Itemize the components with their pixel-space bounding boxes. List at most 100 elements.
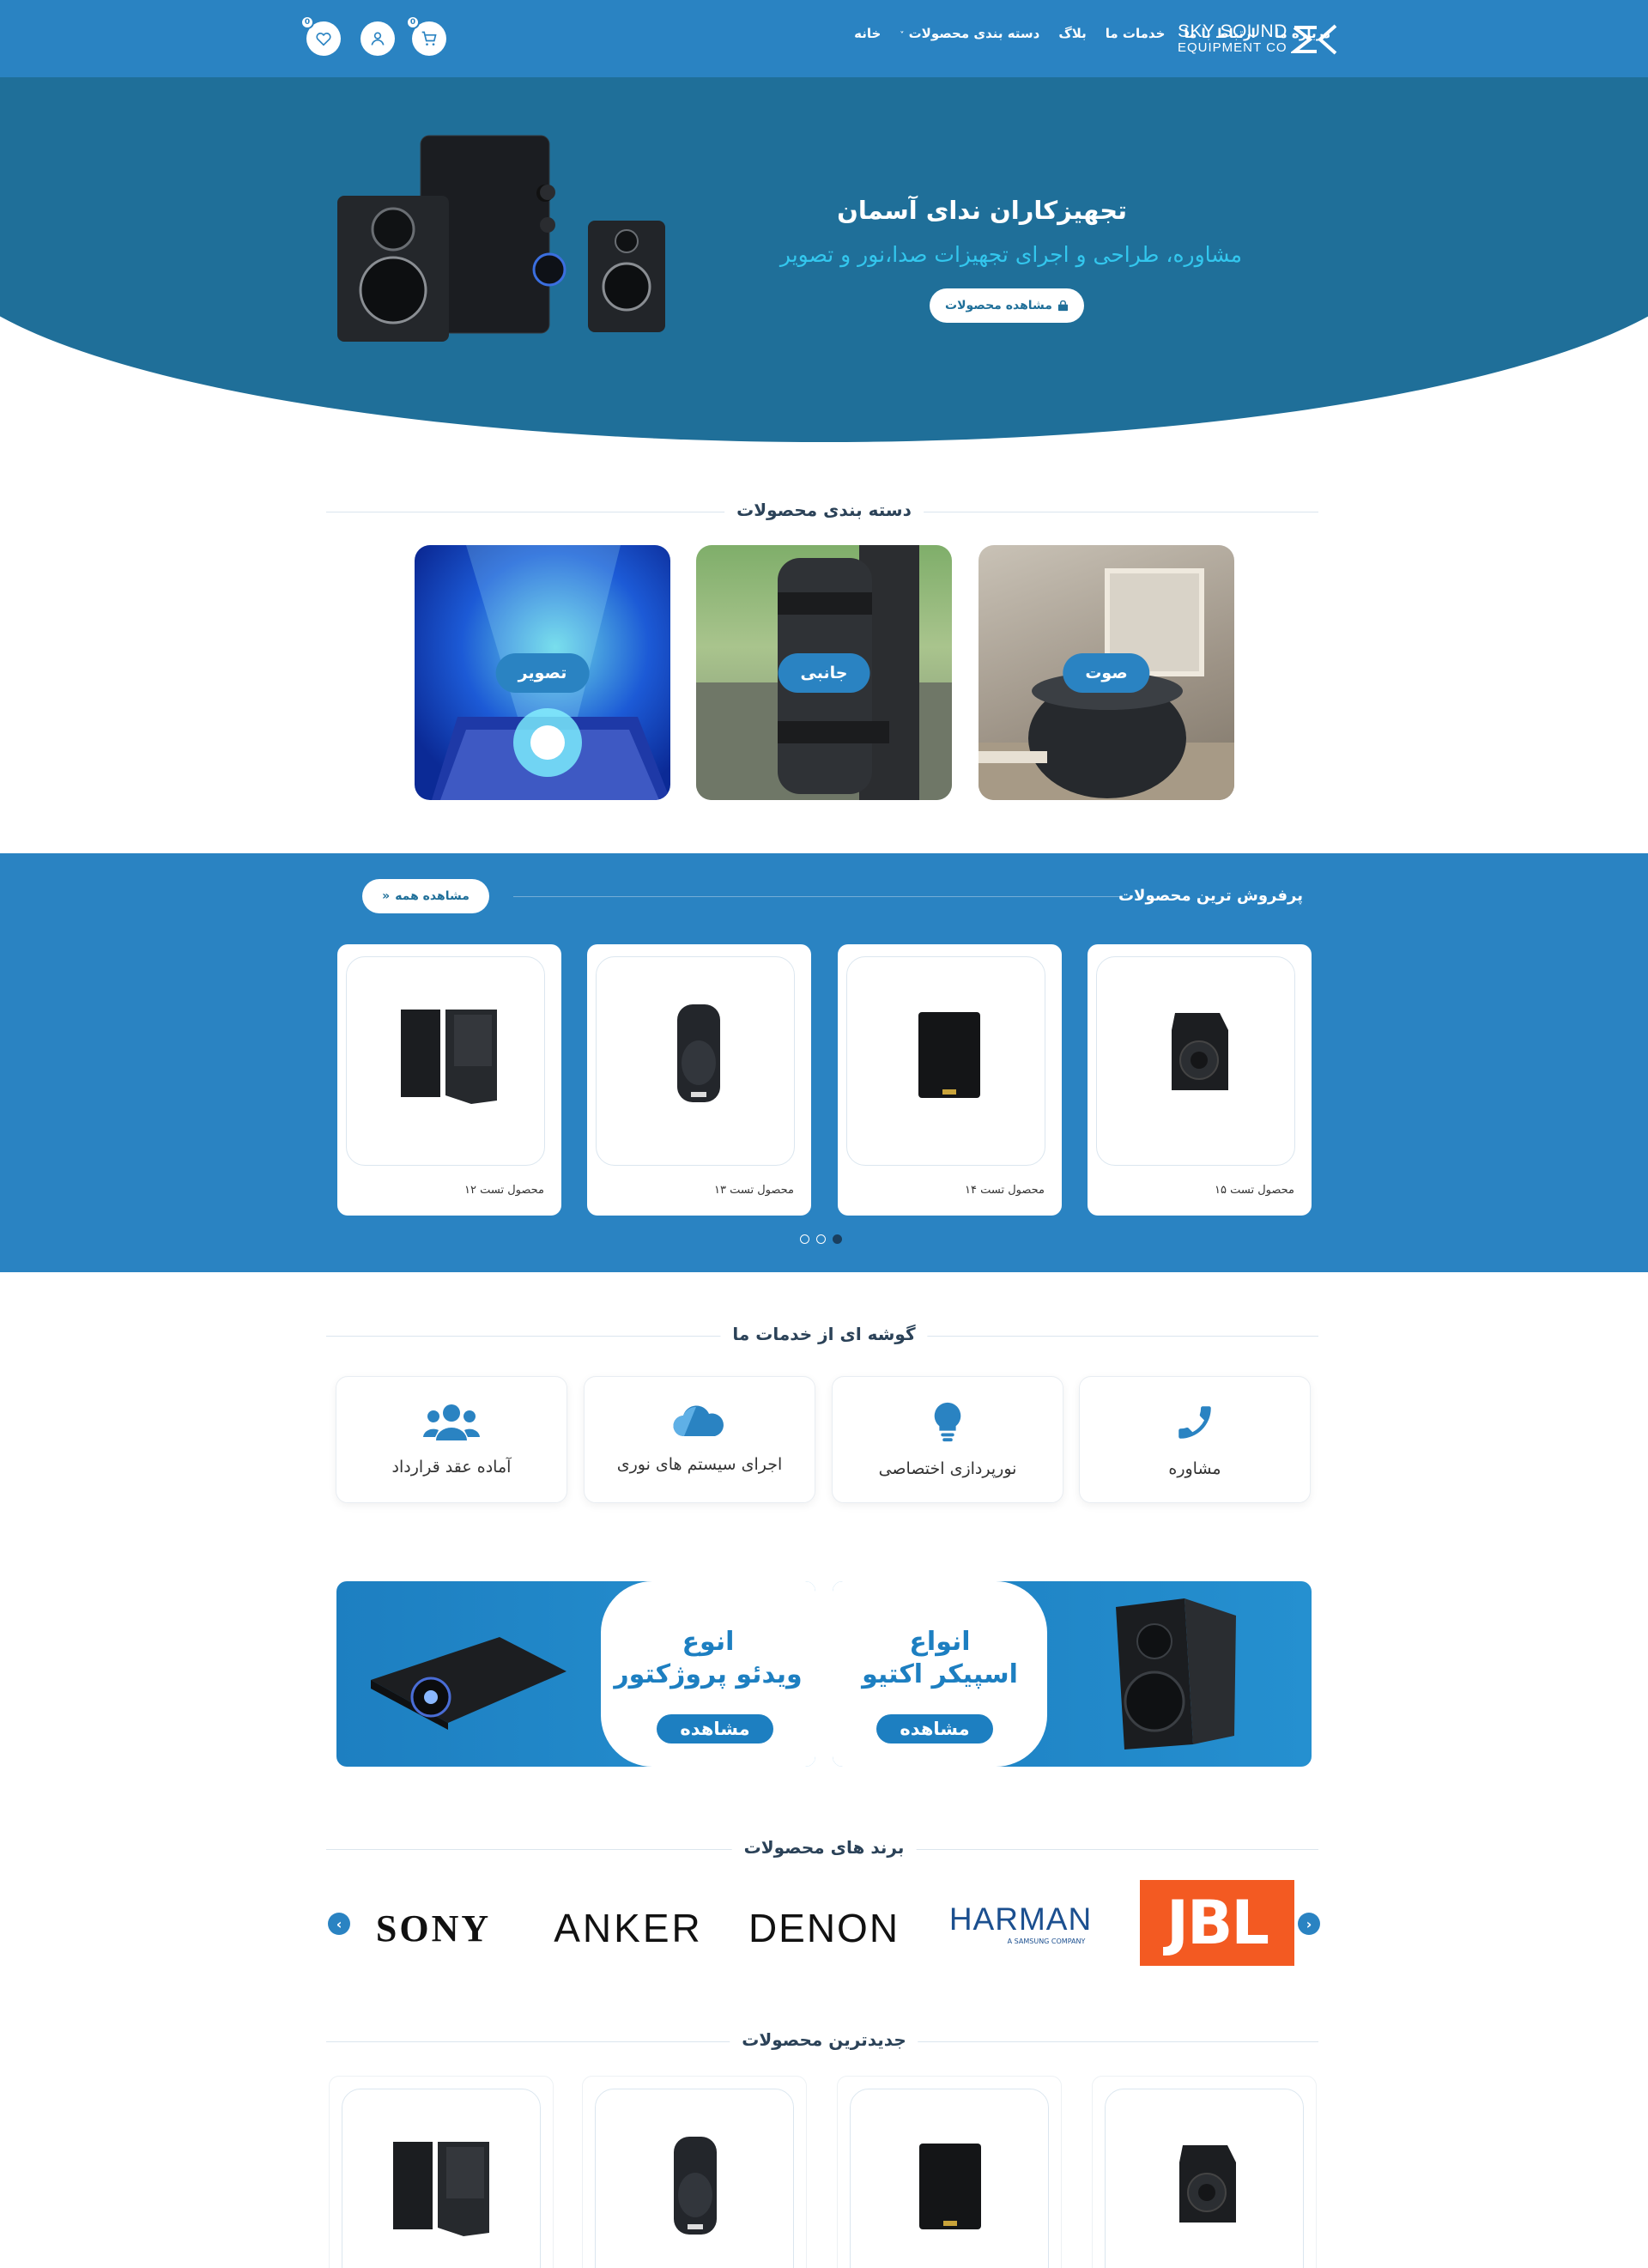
category-card-accessories[interactable]: جانبی bbox=[696, 545, 952, 800]
brand-denon-logo[interactable]: DENON bbox=[742, 1904, 906, 1952]
service-label: اجرای سیستم های نوری bbox=[616, 1455, 783, 1474]
category-card-video[interactable]: تصویر bbox=[415, 545, 670, 800]
banner-line2: ویدئو پروژکتور bbox=[614, 1659, 803, 1689]
carousel-dot[interactable] bbox=[800, 1234, 809, 1244]
arrow-left-icon: ‹ bbox=[336, 1915, 342, 1932]
top-header bbox=[0, 0, 1648, 77]
carousel-dots bbox=[800, 1234, 842, 1244]
logo-mark-icon bbox=[1290, 24, 1337, 55]
brand-jbl-logo[interactable]: JBL bbox=[1140, 1880, 1294, 1966]
wishlist-button[interactable]: 0 bbox=[300, 15, 341, 56]
new-product-card[interactable] bbox=[1092, 2076, 1317, 2268]
brand-harman-logo[interactable]: HARMAN A SAMSUNG COMPANY bbox=[941, 1880, 1100, 1966]
projector-device-image bbox=[371, 1637, 566, 1730]
bestsellers-title: پرفروش ترین محصولات bbox=[1118, 887, 1303, 905]
heart-icon bbox=[316, 33, 331, 46]
banner-view-button[interactable]: مشاهده bbox=[657, 1714, 773, 1743]
brand-anker-text: ANKER bbox=[554, 1906, 703, 1950]
wishlist-badge: 0 bbox=[300, 15, 314, 29]
new-product-card[interactable] bbox=[837, 2076, 1062, 2268]
product-speaker-image bbox=[918, 1012, 980, 1098]
product-card[interactable]: محصول تست ۱۳ bbox=[587, 944, 811, 1216]
product-speaker-image bbox=[919, 2144, 981, 2229]
nav-categories[interactable]: دسته بندی محصولات ˅ bbox=[900, 26, 1039, 41]
account-button[interactable] bbox=[360, 21, 395, 56]
new-product-card[interactable] bbox=[329, 2076, 554, 2268]
product-speaker-image bbox=[393, 2142, 489, 2236]
brand-harman-text: HARMAN bbox=[948, 1901, 1093, 1937]
newest-title: جدیدترین محصولات bbox=[730, 2029, 918, 2050]
carousel-dot-active[interactable] bbox=[833, 1234, 842, 1244]
view-all-label: مشاهده همه bbox=[395, 889, 470, 903]
chevron-down-icon: ˅ bbox=[900, 31, 905, 40]
logo-line1: SKY SOUND bbox=[1178, 21, 1288, 41]
cart-button[interactable]: 0 bbox=[406, 15, 446, 56]
brands-prev-button[interactable]: ‹ bbox=[328, 1913, 350, 1935]
users-icon bbox=[423, 1404, 480, 1440]
bestsellers-section bbox=[0, 853, 1648, 1272]
banner-video-projector[interactable]: انوع ویدئو پروژکتور مشاهده bbox=[336, 1581, 815, 1767]
service-card-lighting[interactable]: نورپردازی اختصاصی bbox=[832, 1376, 1063, 1503]
brand-anker-logo[interactable]: ANKER bbox=[544, 1904, 712, 1952]
service-card-contract[interactable]: آماده عقد قرارداد bbox=[336, 1376, 567, 1503]
brand-sony-logo[interactable]: SONY bbox=[352, 1904, 515, 1952]
arrow-right-icon: › bbox=[1306, 1915, 1312, 1932]
categories-title: دسته بندی محصولات bbox=[724, 500, 924, 520]
brands-title: برند های محصولات bbox=[731, 1837, 917, 1858]
product-name: محصول تست ۱۳ bbox=[713, 1184, 794, 1197]
category-label-accessories: جانبی bbox=[778, 652, 870, 693]
category-label-audio: صوت bbox=[1063, 652, 1150, 693]
services-title: گوشه ای از خدمات ما bbox=[720, 1324, 928, 1344]
logo-text: SKY SOUND EQUIPMENT CO bbox=[1178, 21, 1288, 56]
user-icon bbox=[371, 32, 385, 45]
cart-icon bbox=[421, 31, 437, 45]
product-speaker-image bbox=[674, 2137, 717, 2235]
bag-icon bbox=[1057, 300, 1069, 311]
nav-home[interactable]: خانه bbox=[854, 26, 881, 41]
nav-blog[interactable]: بلاگ bbox=[1058, 26, 1086, 41]
product-speaker-image bbox=[677, 1004, 720, 1102]
brands-next-button[interactable]: › bbox=[1298, 1913, 1320, 1935]
banner-line1: انواع bbox=[909, 1627, 971, 1657]
view-products-label: مشاهده محصولات bbox=[945, 299, 1052, 312]
banner-view-button[interactable]: مشاهده bbox=[876, 1714, 993, 1743]
cloud-icon bbox=[673, 1405, 724, 1437]
service-label: نورپردازی اختصاصی bbox=[878, 1459, 1017, 1478]
brand-denon-text: DENON bbox=[748, 1906, 900, 1950]
banner-text: انوع ویدئو پروژکتور bbox=[609, 1626, 807, 1691]
brand-sony-text: SONY bbox=[375, 1907, 492, 1950]
speaker-set-image bbox=[337, 135, 665, 342]
banner-line1: انوع bbox=[682, 1627, 735, 1657]
banner-active-speakers[interactable]: انواع اسپیکر اکتیو مشاهده bbox=[833, 1581, 1312, 1767]
double-chevron-left-icon: « bbox=[382, 889, 391, 903]
product-card[interactable]: محصول تست ۱۵ bbox=[1088, 944, 1312, 1216]
hero-title: تجهیزکاران ندای آسمان bbox=[837, 196, 1127, 225]
service-label: مشاوره bbox=[1168, 1459, 1221, 1478]
active-speaker-image bbox=[1116, 1598, 1236, 1750]
product-card[interactable]: محصول تست ۱۲ bbox=[337, 944, 561, 1216]
carousel-dot[interactable] bbox=[816, 1234, 826, 1244]
category-label-video: تصویر bbox=[495, 652, 590, 693]
product-speaker-image bbox=[401, 1010, 497, 1104]
site-logo[interactable]: SKY SOUND EQUIPMENT CO bbox=[1178, 21, 1341, 58]
product-speaker-image bbox=[1179, 2145, 1236, 2223]
logo-line2: EQUIPMENT CO bbox=[1178, 40, 1288, 55]
hero-subtitle: مشاوره، طراحی و اجرای تجهیزات صدا،نور و … bbox=[779, 242, 1242, 267]
lightbulb-icon bbox=[934, 1402, 961, 1442]
cart-badge: 0 bbox=[406, 15, 420, 29]
nav-services[interactable]: خدمات ما bbox=[1106, 26, 1166, 41]
service-card-consulting[interactable]: مشاوره bbox=[1079, 1376, 1311, 1503]
phone-icon bbox=[1178, 1406, 1211, 1439]
banner-text: انواع اسپیکر اکتیو bbox=[850, 1626, 1030, 1691]
new-product-card[interactable] bbox=[582, 2076, 807, 2268]
product-speaker-image bbox=[1172, 1013, 1228, 1090]
product-card[interactable]: محصول تست ۱۴ bbox=[838, 944, 1062, 1216]
product-name: محصول تست ۱۴ bbox=[964, 1184, 1045, 1197]
brand-harman-sub: A SAMSUNG COMPANY bbox=[1007, 1937, 1086, 1945]
brand-jbl-text: JBL bbox=[1166, 1888, 1269, 1958]
nav-categories-label: دسته بندی محصولات bbox=[908, 26, 1040, 41]
category-card-audio[interactable]: صوت bbox=[978, 545, 1234, 800]
view-products-button[interactable]: مشاهده محصولات bbox=[930, 288, 1084, 323]
view-all-button[interactable]: مشاهده همه « bbox=[362, 879, 489, 913]
service-card-light-systems[interactable]: اجرای سیستم های نوری bbox=[584, 1376, 815, 1503]
